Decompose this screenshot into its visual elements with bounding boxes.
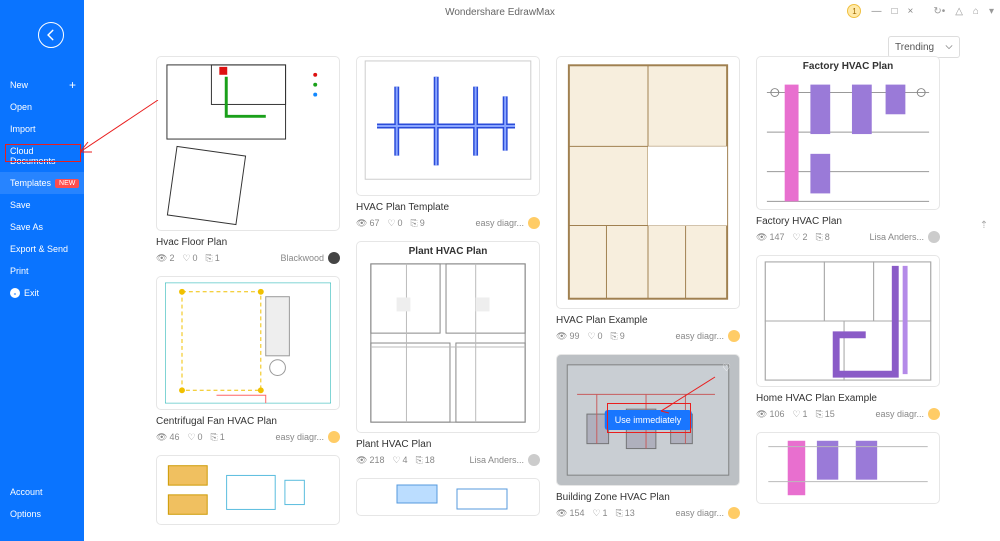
sidebar-item-templates[interactable]: TemplatesNEW bbox=[0, 172, 84, 194]
template-stats: 👁218 ♡4 ⎘18 bbox=[356, 455, 435, 466]
template-title: Factory HVAC Plan bbox=[756, 216, 940, 227]
template-thumbnail bbox=[356, 478, 540, 516]
sidebar-item-exit[interactable]: -Exit bbox=[0, 282, 84, 304]
template-card[interactable] bbox=[756, 432, 940, 504]
heart-icon[interactable]: ♡ bbox=[722, 363, 731, 374]
template-grid: Hvac Floor Plan 👁2 ♡0 ⎘1 Blackwood bbox=[84, 56, 992, 541]
notification-badge[interactable]: 1 bbox=[847, 4, 861, 18]
sidebar-item-save[interactable]: Save bbox=[0, 194, 84, 216]
template-thumbnail: Factory HVAC Plan bbox=[756, 56, 940, 210]
template-card[interactable]: Centrifugal Fan HVAC Plan 👁46 ♡0 ⎘1 easy… bbox=[156, 276, 340, 443]
avatar bbox=[728, 330, 740, 342]
template-title: Hvac Floor Plan bbox=[156, 237, 340, 248]
sidebar-item-print[interactable]: Print bbox=[0, 260, 84, 282]
back-button[interactable] bbox=[38, 22, 64, 48]
template-stats: 👁67 ♡0 ⎘9 bbox=[356, 218, 425, 229]
template-stats: 👁2 ♡0 ⎘1 bbox=[156, 253, 220, 264]
template-thumbnail bbox=[756, 432, 940, 504]
thumb-inner-title: Plant HVAC Plan bbox=[357, 242, 539, 257]
template-stats: 👁106 ♡1 ⎘15 bbox=[756, 409, 835, 420]
template-thumbnail bbox=[556, 56, 740, 309]
sidebar-item-cloud-documents[interactable]: Cloud Documents bbox=[0, 140, 84, 172]
template-title: Building Zone HVAC Plan bbox=[556, 492, 740, 503]
template-stats: 👁147 ♡2 ⎘8 bbox=[756, 232, 830, 243]
likes-icon: ♡0 bbox=[182, 253, 197, 264]
history-icon[interactable]: ↻• bbox=[933, 6, 945, 17]
sidebar-item-export-send[interactable]: Export & Send bbox=[0, 238, 84, 260]
template-stats: 👁46 ♡0 ⎘1 bbox=[156, 432, 225, 443]
template-thumbnail: ♡ Use immediately bbox=[556, 354, 740, 486]
template-card[interactable] bbox=[356, 478, 540, 516]
views-icon: 👁2 bbox=[156, 253, 174, 264]
template-author: easy diagr... bbox=[875, 408, 940, 420]
sidebar-item-options[interactable]: Options bbox=[0, 503, 84, 525]
template-card[interactable]: HVAC Plan Template 👁67 ♡0 ⎘9 easy diagr.… bbox=[356, 56, 540, 229]
template-author: Lisa Anders... bbox=[869, 231, 940, 243]
sidebar-item-import[interactable]: Import bbox=[0, 118, 84, 140]
template-author: easy diagr... bbox=[675, 507, 740, 519]
avatar bbox=[928, 408, 940, 420]
minimize-icon[interactable]: — bbox=[871, 6, 881, 17]
template-thumbnail bbox=[156, 276, 340, 410]
template-title: Home HVAC Plan Example bbox=[756, 393, 940, 404]
avatar bbox=[328, 431, 340, 443]
avatar bbox=[528, 454, 540, 466]
sort-label: Trending bbox=[895, 42, 934, 53]
sort-dropdown[interactable]: Trending bbox=[888, 36, 960, 58]
template-author: easy diagr... bbox=[275, 431, 340, 443]
template-card[interactable]: Factory HVAC Plan Factory HVAC Plan 👁147… bbox=[756, 56, 940, 243]
template-card[interactable]: HVAC Plan Example 👁99 ♡0 ⎘9 easy diagr..… bbox=[556, 56, 740, 342]
template-card[interactable]: ♡ Use immediately Building Zone HVAC Pla… bbox=[556, 354, 740, 519]
exit-icon: - bbox=[10, 288, 20, 298]
sidebar-item-new[interactable]: New+ bbox=[0, 74, 84, 96]
template-title: HVAC Plan Template bbox=[356, 202, 540, 213]
titlebar: Wondershare EdrawMax 1 — □ × ↻• △ ⌂ ▾ bbox=[0, 0, 1000, 24]
app-title: Wondershare EdrawMax bbox=[445, 7, 555, 18]
template-thumbnail bbox=[156, 455, 340, 525]
sidebar-item-open[interactable]: Open bbox=[0, 96, 84, 118]
template-author: Lisa Anders... bbox=[469, 454, 540, 466]
thumb-inner-title: Factory HVAC Plan bbox=[757, 57, 939, 72]
template-author: easy diagr... bbox=[675, 330, 740, 342]
template-stats: 👁99 ♡0 ⎘9 bbox=[556, 331, 625, 342]
template-card[interactable] bbox=[156, 455, 340, 525]
gift-icon[interactable]: ⌂ bbox=[973, 6, 979, 17]
copies-icon: ⎘1 bbox=[206, 253, 220, 264]
sidebar: New+ Open Import Cloud Documents Templat… bbox=[0, 0, 84, 541]
template-thumbnail bbox=[356, 56, 540, 196]
use-immediately-button[interactable]: Use immediately bbox=[605, 410, 692, 430]
template-card[interactable]: Plant HVAC Plan Plant HVAC Plan 👁218 ♡4 … bbox=[356, 241, 540, 466]
sidebar-item-save-as[interactable]: Save As bbox=[0, 216, 84, 238]
template-author: easy diagr... bbox=[475, 217, 540, 229]
template-card[interactable]: Home HVAC Plan Example 👁106 ♡1 ⎘15 easy … bbox=[756, 255, 940, 420]
template-title: Plant HVAC Plan bbox=[356, 439, 540, 450]
template-thumbnail bbox=[756, 255, 940, 387]
new-badge: NEW bbox=[55, 179, 79, 188]
template-thumbnail: Plant HVAC Plan bbox=[356, 241, 540, 433]
template-stats: 👁154 ♡1 ⎘13 bbox=[556, 508, 635, 519]
maximize-icon[interactable]: □ bbox=[891, 6, 897, 17]
more-menu-icon[interactable]: ▾ bbox=[989, 6, 994, 17]
bell-icon[interactable]: △ bbox=[955, 6, 963, 17]
avatar bbox=[328, 252, 340, 264]
template-thumbnail bbox=[156, 56, 340, 231]
chevron-down-icon bbox=[945, 43, 953, 51]
avatar bbox=[728, 507, 740, 519]
plus-icon: + bbox=[69, 78, 76, 92]
sidebar-item-account[interactable]: Account bbox=[0, 481, 84, 503]
window-icons: 1 — □ × ↻• △ ⌂ ▾ bbox=[847, 4, 994, 18]
template-card[interactable]: Hvac Floor Plan 👁2 ♡0 ⎘1 Blackwood bbox=[156, 56, 340, 264]
avatar bbox=[528, 217, 540, 229]
close-icon[interactable]: × bbox=[907, 6, 913, 17]
avatar bbox=[928, 231, 940, 243]
template-title: Centrifugal Fan HVAC Plan bbox=[156, 416, 340, 427]
template-title: HVAC Plan Example bbox=[556, 315, 740, 326]
template-author: Blackwood bbox=[280, 252, 340, 264]
